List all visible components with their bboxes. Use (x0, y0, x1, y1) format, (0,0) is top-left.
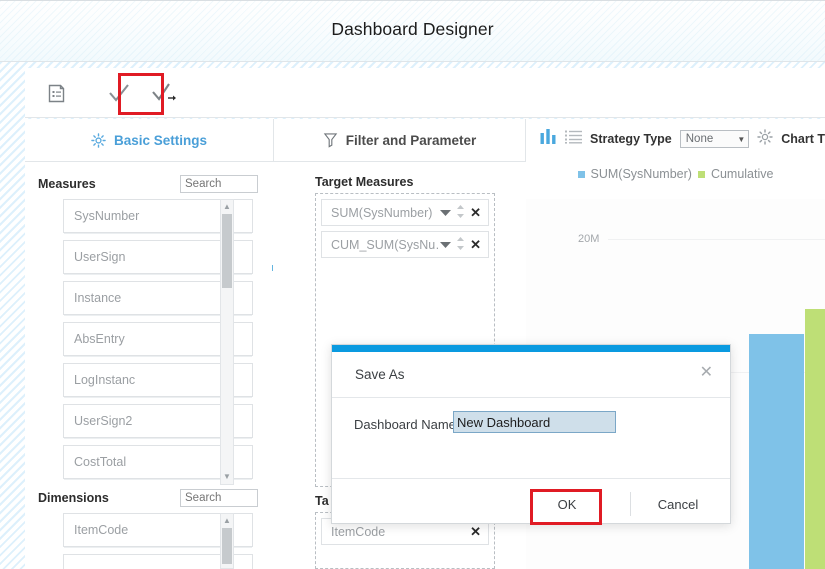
scrollbar-thumb[interactable] (222, 214, 232, 288)
basic-settings-panel: Basic Settings Measures SysNumber UserSi… (25, 119, 273, 569)
target-measures-label: Target Measures (315, 175, 413, 189)
dimensions-section-header: Dimensions (38, 491, 258, 505)
strategy-type-select[interactable]: None ▼ (680, 130, 750, 148)
dimensions-scrollbar[interactable]: ▲ (220, 513, 234, 569)
target-dimensions-label: Ta (315, 494, 329, 508)
gridline (608, 239, 825, 240)
remove-x-icon[interactable]: ✕ (470, 525, 481, 538)
list-view-icon[interactable] (565, 130, 582, 149)
measure-name: Instance (74, 291, 121, 305)
dashboard-name-label: Dashboard Name (354, 417, 456, 432)
dialog-button-divider (630, 492, 631, 516)
scrollbar-thumb[interactable] (222, 528, 232, 564)
measure-name: AbsEntry (74, 332, 125, 346)
cancel-button[interactable]: Cancel (648, 492, 708, 516)
chart-toolbar: Strategy Type None ▼ Chart T (526, 119, 825, 159)
measure-name: UserSign2 (74, 414, 132, 428)
scroll-up-arrow-icon[interactable]: ▲ (221, 515, 233, 527)
tab-filter-and-parameter[interactable]: Filter and Parameter (273, 119, 526, 162)
dialog-footer-divider (332, 478, 730, 479)
gear-icon[interactable] (757, 129, 773, 150)
chevron-down-icon[interactable] (440, 206, 451, 220)
target-measure-chip[interactable]: SUM(SysNumber) ✕ (321, 199, 489, 226)
chevron-down-icon[interactable] (440, 238, 451, 252)
tab-filter-and-parameter-label: Filter and Parameter (346, 133, 477, 148)
dimensions-search-input[interactable] (180, 489, 258, 507)
measure-name: CostTotal (74, 455, 126, 469)
measures-label: Measures (38, 177, 96, 191)
measures-section-header: Measures (38, 177, 258, 191)
dashboard-name-input[interactable] (453, 411, 616, 433)
legend-swatch (698, 171, 705, 178)
measure-name: LogInstanc (74, 373, 135, 387)
dialog-header-divider (332, 397, 730, 398)
target-dimension-text: ItemCode (331, 525, 470, 539)
measures-search-input[interactable] (180, 175, 258, 193)
page-header: Dashboard Designer (0, 0, 825, 62)
legend-label: SUM(SysNumber) (591, 167, 692, 181)
target-measure-chip[interactable]: CUM_SUM(SysNu… ✕ (321, 231, 489, 258)
bar-chart-view-icon[interactable] (540, 129, 557, 149)
measures-scrollbar[interactable]: ▲ ▼ (220, 199, 234, 485)
ok-button-highlight-box (530, 489, 602, 525)
bar-series-1 (805, 309, 825, 569)
header-divider (0, 61, 825, 62)
gear-icon (91, 133, 106, 148)
dimensions-label: Dimensions (38, 491, 109, 505)
strategy-type-value: None (686, 133, 714, 145)
sort-handle-icon[interactable] (456, 237, 465, 253)
target-measure-text: CUM_SUM(SysNu… (331, 238, 440, 252)
measure-name: UserSign (74, 250, 125, 264)
scroll-up-arrow-icon[interactable]: ▲ (221, 201, 233, 213)
filter-icon (323, 132, 338, 148)
strategy-type-label: Strategy Type (590, 132, 672, 146)
scroll-down-arrow-icon[interactable]: ▼ (221, 471, 233, 483)
sort-handle-icon[interactable] (456, 205, 465, 221)
tab-basic-settings[interactable]: Basic Settings (25, 119, 273, 162)
legend-swatch (578, 171, 585, 178)
save-as-highlight-box (118, 73, 164, 115)
remove-x-icon[interactable]: ✕ (470, 206, 481, 219)
tab-basic-settings-label: Basic Settings (114, 133, 207, 148)
chart-legend: SUM(SysNumber) Cumulative (526, 167, 825, 181)
target-measure-text: SUM(SysNumber) (331, 206, 440, 220)
close-icon[interactable]: ✕ (700, 365, 713, 381)
bar-series-0 (749, 334, 804, 569)
legend-label: Cumulative (711, 167, 774, 181)
chart-title-label: Chart T (781, 132, 825, 146)
dashboard-designer-app: Dashboard Designer (0, 0, 825, 569)
dialog-accent-bar (332, 345, 730, 352)
dimension-name: ItemCode (74, 523, 128, 537)
measure-name: SysNumber (74, 209, 139, 223)
remove-x-icon[interactable]: ✕ (470, 238, 481, 251)
dialog-title: Save As (355, 367, 405, 382)
page-title: Dashboard Designer (0, 19, 825, 40)
chevron-down-icon: ▼ (737, 135, 745, 144)
y-axis-tick-label: 20M (578, 233, 599, 245)
new-dashboard-icon[interactable] (39, 75, 75, 111)
